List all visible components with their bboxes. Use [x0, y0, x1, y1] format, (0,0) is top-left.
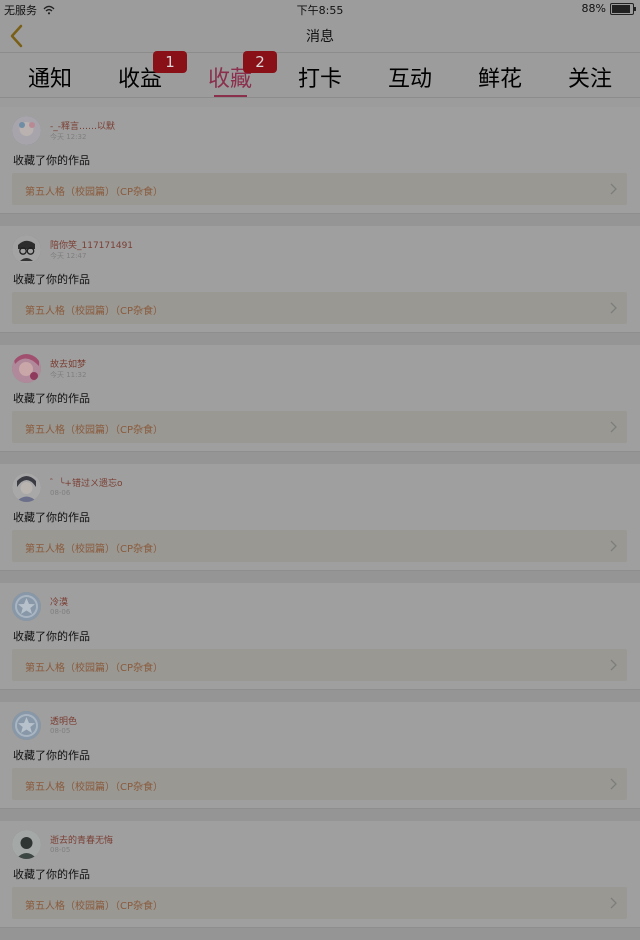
username-link[interactable]: ゛╰+错过ㄨ遗忘o — [50, 476, 122, 489]
tab-label: 互动 — [387, 67, 432, 92]
status-bar: 无服务 下午8:55 88% — [0, 0, 640, 18]
chevron-right-icon — [610, 659, 617, 671]
notification-card[interactable]: -_-释言……以默 今天 12:32 收藏了你的作品第五人格（校园篇）（CP杂食） — [0, 107, 640, 214]
work-link[interactable]: 第五人格（校园篇）（CP杂食） — [12, 173, 627, 205]
work-title: 第五人格（校园篇）（CP杂食） — [25, 663, 164, 674]
action-text: 收藏了你的作品 — [13, 511, 90, 524]
tab-notice[interactable]: 通知 — [5, 57, 95, 95]
avatar[interactable] — [12, 592, 41, 621]
work-link[interactable]: 第五人格（校园篇）（CP杂食） — [12, 292, 627, 324]
notification-card[interactable]: 逝去的青春无悔 08-05 收藏了你的作品 第五人格（校园篇）（CP杂食） — [0, 821, 640, 928]
work-title: 第五人格（校园篇）（CP杂食） — [25, 544, 164, 555]
tab-checkin[interactable]: 打卡 — [275, 57, 365, 95]
avatar[interactable] — [12, 830, 41, 859]
avatar[interactable] — [12, 354, 41, 383]
tab-bar: 通知 收益 1 收藏 2 打卡 互动 鲜花 关注 — [0, 51, 640, 98]
notification-card[interactable]: 透明色 08-05 收藏了你的作品第五人格（校园篇）（CP杂食） — [0, 702, 640, 809]
username-link[interactable]: -_-释言……以默 — [50, 119, 115, 132]
chevron-right-icon — [610, 302, 617, 314]
username-link[interactable]: 陪你笑_117171491 — [50, 238, 133, 251]
work-title: 第五人格（校园篇）（CP杂食） — [25, 782, 164, 793]
chevron-right-icon — [610, 421, 617, 433]
battery-icon — [610, 2, 636, 15]
action-text: 收藏了你的作品 — [13, 749, 90, 762]
clock: 下午8:55 — [296, 4, 344, 17]
avatar[interactable] — [12, 473, 41, 502]
card-separator — [0, 571, 640, 583]
page-title: 消息 — [306, 29, 334, 45]
card-separator — [0, 928, 640, 940]
tab-label: 通知 — [27, 67, 72, 92]
chevron-right-icon — [610, 183, 617, 195]
tab-interaction[interactable]: 互动 — [365, 57, 455, 95]
card-separator — [0, 809, 640, 821]
work-link[interactable]: 第五人格（校园篇）（CP杂食） — [12, 649, 627, 681]
work-title: 第五人格（校园篇）（CP杂食） — [25, 901, 164, 912]
work-link[interactable]: 第五人格（校园篇）（CP杂食） — [12, 768, 627, 800]
action-text: 收藏了你的作品 — [13, 273, 90, 286]
chevron-right-icon — [610, 897, 617, 909]
avatar[interactable] — [12, 116, 41, 145]
tab-label: 打卡 — [297, 67, 342, 92]
battery-percent: 88% — [581, 2, 606, 15]
notification-card[interactable]: ゛╰+错过ㄨ遗忘o 08-06 收藏了你的作品第五人格（校园篇）（CP杂食） — [0, 464, 640, 571]
card-separator — [0, 690, 640, 702]
username-link[interactable]: 冷漠 — [50, 595, 68, 608]
username-link[interactable]: 透明色 — [50, 714, 77, 727]
tab-flowers[interactable]: 鲜花 — [455, 57, 545, 95]
notification-card[interactable]: 冷漠 08-06 收藏了你的作品第五人格（校园篇）（CP杂食） — [0, 583, 640, 690]
card-separator — [0, 214, 640, 226]
timestamp: 08-05 — [50, 727, 71, 735]
card-separator — [0, 452, 640, 464]
timestamp: 今天 12:32 — [50, 133, 87, 141]
timestamp: 今天 12:47 — [50, 252, 87, 260]
avatar[interactable] — [12, 235, 41, 264]
username-link[interactable]: 逝去的青春无悔 — [50, 833, 113, 846]
timestamp: 今天 11:32 — [50, 371, 87, 379]
work-title: 第五人格（校园篇）（CP杂食） — [25, 306, 164, 317]
unread-count-badge: 2 — [243, 51, 277, 73]
work-link[interactable]: 第五人格（校园篇）（CP杂食） — [12, 887, 627, 919]
tab-follow[interactable]: 关注 — [545, 57, 635, 95]
active-tab-indicator — [214, 95, 247, 97]
nav-bar: 消息 — [0, 18, 640, 53]
work-link[interactable]: 第五人格（校园篇）（CP杂食） — [12, 530, 627, 562]
action-text: 收藏了你的作品 — [13, 630, 90, 643]
timestamp: 08-06 — [50, 489, 71, 497]
action-text: 收藏了你的作品 — [13, 392, 90, 405]
tab-label: 鲜花 — [477, 67, 522, 92]
timestamp: 08-06 — [50, 608, 71, 616]
card-separator — [0, 333, 640, 345]
username-link[interactable]: 故去如梦 — [50, 357, 86, 370]
unread-count-badge: 1 — [153, 51, 187, 73]
tab-label: 关注 — [567, 67, 612, 92]
status-right: 88% — [581, 2, 636, 15]
notification-card[interactable]: 故去如梦 今天 11:32 收藏了你的作品第五人格（校园篇）（CP杂食） — [0, 345, 640, 452]
work-title: 第五人格（校园篇）（CP杂食） — [25, 187, 164, 198]
chevron-right-icon — [610, 778, 617, 790]
chevron-right-icon — [610, 540, 617, 552]
avatar[interactable] — [12, 711, 41, 740]
action-text: 收藏了你的作品 — [13, 154, 90, 167]
tab-favorites[interactable]: 收藏 2 — [185, 51, 277, 97]
tab-earnings[interactable]: 收益 1 — [95, 51, 187, 95]
notification-card[interactable]: 陪你笑_117171491 今天 12:47 收藏了你的作品第五人格（校园篇）（CP… — [0, 226, 640, 333]
battery-fill — [612, 4, 630, 13]
action-text: 收藏了你的作品 — [13, 868, 90, 881]
work-link[interactable]: 第五人格（校园篇）（CP杂食） — [12, 411, 627, 443]
work-title: 第五人格（校园篇）（CP杂食） — [25, 425, 164, 436]
